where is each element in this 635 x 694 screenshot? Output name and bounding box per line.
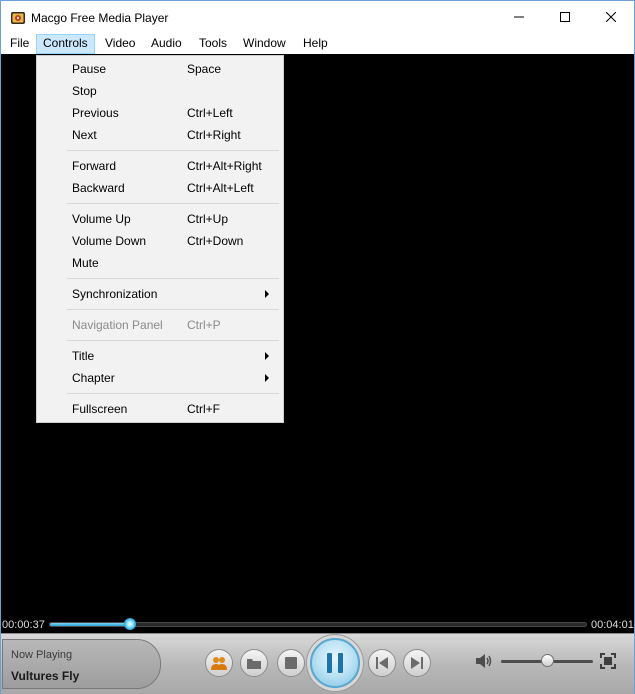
menu-separator [67, 150, 279, 151]
menu-item-shortcut: Ctrl+Alt+Right [187, 159, 262, 173]
maximize-icon [560, 12, 570, 22]
menu-item-shortcut: Ctrl+Right [187, 128, 241, 142]
menu-tools[interactable]: Tools [193, 34, 233, 54]
menu-item-shortcut: Ctrl+Left [187, 106, 233, 120]
menu-window[interactable]: Window [237, 34, 292, 54]
pause-icon-bar [338, 653, 343, 673]
menu-item-shortcut: Space [187, 62, 222, 76]
menu-item-volume-down[interactable]: Volume Down Ctrl+Down [37, 230, 283, 252]
pause-button[interactable] [310, 638, 360, 688]
menu-item-label: Pause [72, 62, 107, 76]
minimize-button[interactable] [496, 1, 542, 33]
now-playing-panel: Now Playing Vultures Fly [2, 639, 161, 689]
menu-item-next[interactable]: Next Ctrl+Right [37, 124, 283, 146]
next-button[interactable] [403, 649, 431, 677]
skip-back-icon [376, 657, 388, 669]
menu-item-label: Next [72, 128, 97, 142]
menu-item-shortcut: Ctrl+Alt+Left [187, 181, 254, 195]
fullscreen-icon [600, 653, 616, 669]
menu-item-label: Mute [72, 256, 99, 270]
stop-button[interactable] [277, 649, 305, 677]
submenu-arrow-icon [265, 374, 269, 382]
menu-item-label: Stop [72, 84, 97, 98]
menu-item-backward[interactable]: Backward Ctrl+Alt+Left [37, 177, 283, 199]
menu-audio[interactable]: Audio [145, 34, 188, 54]
menu-item-fullscreen[interactable]: Fullscreen Ctrl+F [37, 398, 283, 420]
playlist-button[interactable] [205, 649, 233, 677]
seek-bar-fill [50, 623, 131, 626]
menu-separator [67, 203, 279, 204]
control-bar: Now Playing Vultures Fly [1, 633, 634, 694]
menu-video[interactable]: Video [99, 34, 141, 54]
speaker-icon [476, 654, 492, 668]
submenu-arrow-icon [265, 352, 269, 360]
menu-item-chapter[interactable]: Chapter [37, 367, 283, 389]
menu-item-shortcut: Ctrl+F [187, 402, 220, 416]
total-time: 00:04:01 [591, 619, 634, 631]
menu-item-shortcut: Ctrl+Up [187, 212, 229, 226]
minimize-icon [514, 16, 524, 18]
menu-item-volume-up[interactable]: Volume Up Ctrl+Up [37, 208, 283, 230]
progress-row: 00:00:37 00:04:01 [1, 615, 634, 633]
skip-forward-icon [411, 657, 423, 669]
menu-item-shortcut: Ctrl+Down [187, 234, 244, 248]
menu-controls[interactable]: Controls [36, 34, 95, 54]
pause-icon [327, 653, 332, 673]
seek-handle[interactable] [123, 618, 136, 630]
current-time: 00:00:37 [2, 619, 45, 631]
menu-separator [67, 340, 279, 341]
menu-item-label: Title [72, 349, 95, 363]
menu-item-label: Forward [72, 159, 117, 173]
film-reel-icon [10, 10, 26, 26]
stop-icon [285, 657, 297, 669]
previous-button[interactable] [368, 649, 396, 677]
menu-item-label: Synchronization [72, 287, 158, 301]
menu-item-label: Volume Up [72, 212, 131, 226]
menu-separator [67, 309, 279, 310]
menu-item-stop[interactable]: Stop [37, 80, 283, 102]
fullscreen-button[interactable] [600, 653, 616, 669]
menu-item-label: Chapter [72, 371, 115, 385]
open-file-button[interactable] [240, 649, 268, 677]
volume-button[interactable] [475, 653, 493, 669]
people-icon [211, 657, 227, 670]
controls-menu: Pause Space Stop Previous Ctrl+Left Next… [36, 55, 284, 423]
menu-file[interactable]: File [4, 34, 35, 54]
menu-separator [67, 278, 279, 279]
menu-item-label: Volume Down [72, 234, 147, 248]
now-playing-label: Now Playing [11, 649, 73, 661]
menu-item-pause[interactable]: Pause Space [37, 58, 283, 80]
folder-icon [247, 659, 261, 669]
menu-item-label: Navigation Panel [72, 318, 163, 332]
app-window: Macgo Free Media Player File Controls Vi… [0, 0, 635, 694]
title-bar: Macgo Free Media Player [1, 1, 634, 33]
track-title: Vultures Fly [11, 669, 80, 683]
menu-item-shortcut: Ctrl+P [187, 318, 221, 332]
maximize-button[interactable] [542, 1, 588, 33]
menu-help[interactable]: Help [297, 34, 334, 54]
menu-item-previous[interactable]: Previous Ctrl+Left [37, 102, 283, 124]
submenu-arrow-icon [265, 290, 269, 298]
close-button[interactable] [588, 1, 634, 33]
menu-separator [67, 393, 279, 394]
volume-handle[interactable] [541, 654, 554, 667]
menu-item-synchronization[interactable]: Synchronization [37, 283, 283, 305]
menu-item-title[interactable]: Title [37, 345, 283, 367]
menu-bar: File Controls Video Audio Tools Window H… [1, 33, 634, 54]
window-title: Macgo Free Media Player [31, 11, 169, 25]
menu-item-forward[interactable]: Forward Ctrl+Alt+Right [37, 155, 283, 177]
menu-item-label: Previous [72, 106, 119, 120]
menu-item-label: Fullscreen [72, 402, 128, 416]
menu-item-mute[interactable]: Mute [37, 252, 283, 274]
menu-item-label: Backward [72, 181, 125, 195]
close-icon [606, 12, 616, 22]
menu-item-navigation-panel: Navigation Panel Ctrl+P [37, 314, 283, 336]
